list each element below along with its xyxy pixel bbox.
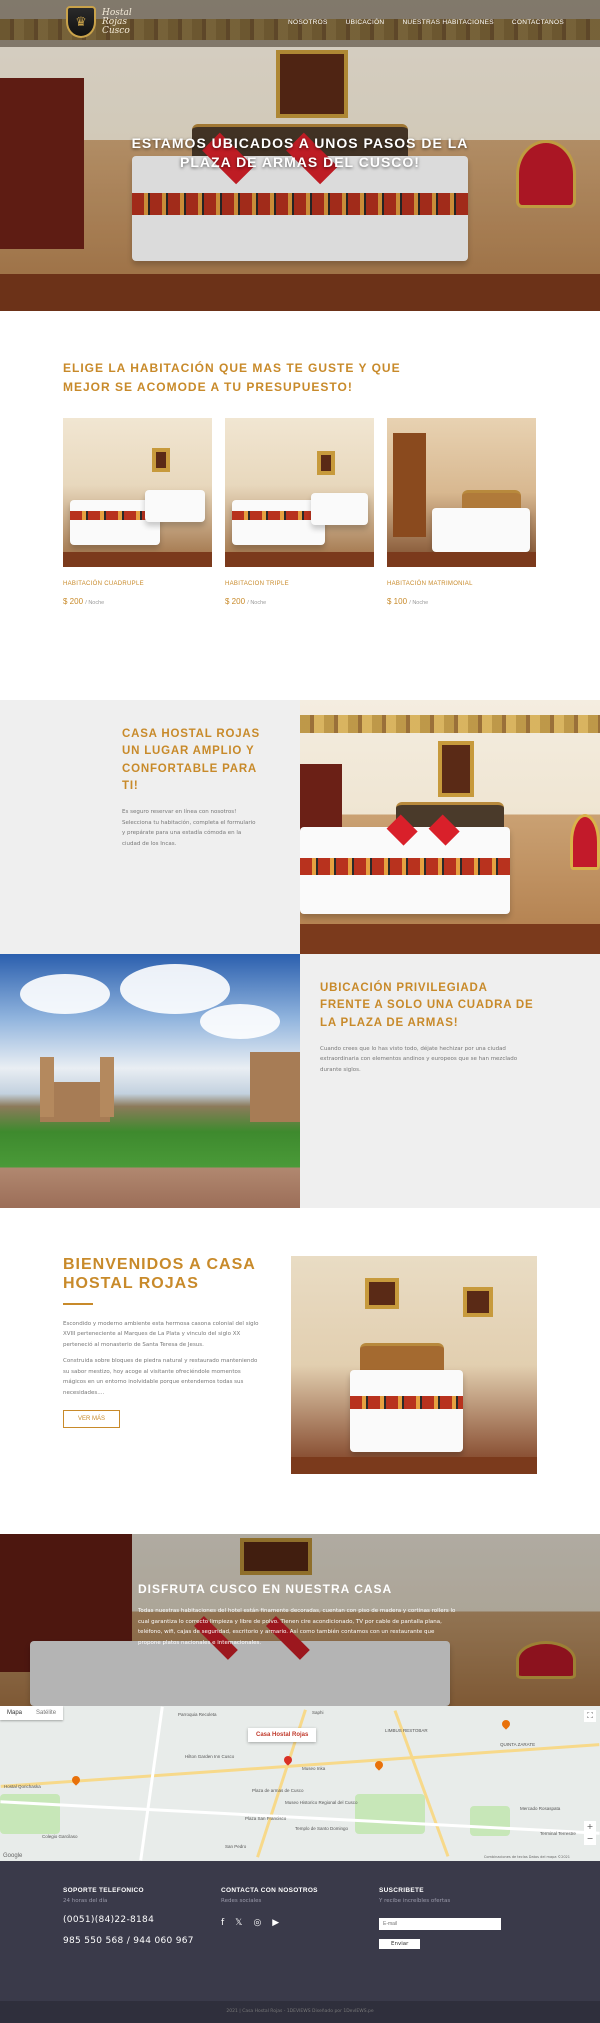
- map-label: Museo Historico Regional del Cusco: [285, 1800, 358, 1806]
- room-name[interactable]: Habitación Cuadruple: [63, 581, 212, 587]
- map-label: Hilton Garden Inn Cusco: [185, 1754, 235, 1760]
- location-heading: Ubicación privilegiada frente a solo una…: [320, 982, 534, 1029]
- enjoy-text: Todas nuestras habitaciones del hotel es…: [138, 1608, 456, 1646]
- instagram-icon[interactable]: ◎: [253, 1918, 261, 1928]
- ver-mas-button[interactable]: Ver más: [63, 1410, 121, 1429]
- heading-divider: [63, 1302, 93, 1305]
- brand-logo[interactable]: ♛ Hostal Rojas Cusco: [66, 6, 132, 38]
- map-label: Colegio Garcilaso: [42, 1834, 78, 1840]
- brand-line-3: Cusco: [102, 25, 130, 36]
- facebook-icon[interactable]: f: [221, 1918, 224, 1928]
- about-section: Casa Hostal Rojas un lugar amplio y conf…: [0, 700, 600, 955]
- main-nav: Nosotros Ubicación Nuestras Habitaciones…: [288, 19, 564, 26]
- twitter-icon[interactable]: 𝕏: [235, 1918, 242, 1928]
- youtube-icon[interactable]: ▶: [272, 1918, 279, 1928]
- top-navbar: ♛ Hostal Rojas Cusco Nosotros Ubicación …: [0, 0, 600, 47]
- map-label: San Pedro: [225, 1844, 247, 1850]
- welcome-paragraph-2: Construida sobre bloques de piedra natur…: [63, 1358, 258, 1396]
- about-room-photo: [300, 700, 600, 955]
- nav-contactanos[interactable]: Contactanos: [512, 19, 564, 26]
- room-card-cuadruple[interactable]: Habitación Cuadruple $ 200 / Noche: [63, 418, 212, 606]
- room-card-triple[interactable]: Habitacion Triple $ 200 / Noche: [225, 418, 374, 606]
- place-pin-icon: [70, 1774, 82, 1786]
- map-label: Terminal Terrestre: [540, 1831, 576, 1837]
- map-label: Plaza de armas de Cusco: [252, 1788, 304, 1794]
- support-subtitle: 24 horas del día: [63, 1898, 108, 1905]
- subscribe-title: Suscribete: [379, 1887, 424, 1895]
- zoom-out-icon[interactable]: −: [584, 1833, 596, 1845]
- map-label: Mercado Rosaspata: [520, 1806, 561, 1812]
- room-photo[interactable]: [387, 418, 536, 568]
- welcome-paragraph-1: Escondido y moderno ambiente esta hermos…: [63, 1320, 259, 1348]
- room-photo[interactable]: [63, 418, 212, 568]
- map-label: Plaza San Francisco: [245, 1816, 287, 1822]
- rooms-heading: Elige la habitación que mas te guste y q…: [63, 361, 401, 394]
- contact-column: Contacta con nosotros Redes sociales f 𝕏…: [221, 1887, 379, 2001]
- location-text: Cuando crees que lo has visto todo, déja…: [320, 1045, 518, 1073]
- mobile-numbers[interactable]: 985 550 568 / 944 060 967: [63, 1936, 221, 1946]
- map-label: LIMBUS RESTOBAR: [385, 1728, 428, 1734]
- map-label: Parroquia Recoleta: [178, 1712, 217, 1718]
- email-field[interactable]: [379, 1918, 501, 1931]
- phone-number[interactable]: (0051)(84)22-8184: [63, 1915, 221, 1925]
- map-label: Saphi: [312, 1710, 324, 1716]
- welcome-section: Bienvenidos a Casa Hostal Rojas Escondid…: [0, 1208, 600, 1534]
- nav-habitaciones[interactable]: Nuestras Habitaciones: [402, 19, 493, 26]
- map-info-window[interactable]: Casa Hostal Rojas: [248, 1728, 317, 1743]
- location-section: Ubicación privilegiada frente a solo una…: [0, 954, 600, 1209]
- about-text: Es seguro reservar en línea con nosotros…: [122, 809, 256, 847]
- room-price: $ 200 / Noche: [63, 597, 105, 607]
- fullscreen-icon[interactable]: ⛶: [584, 1710, 596, 1723]
- send-button[interactable]: Enviar: [379, 1939, 421, 1950]
- hero-title: Estamos ubicados a unos pasos de la Plaz…: [131, 135, 469, 170]
- place-pin-icon: [500, 1718, 512, 1730]
- welcome-text-block: Bienvenidos a Casa Hostal Rojas Escondid…: [63, 1256, 261, 1534]
- room-name[interactable]: Habitacion Triple: [225, 581, 374, 587]
- room-price: $ 200 / Noche: [225, 597, 267, 607]
- copyright-bar: 2021 | Casa Hostal Rojas - 1DEVIEWS Dise…: [0, 2001, 600, 2023]
- nav-nosotros[interactable]: Nosotros: [288, 19, 328, 26]
- crest-icon: ♛: [66, 6, 96, 38]
- footer: Soporte telefonico 24 horas del día (005…: [0, 1861, 600, 2002]
- map-label: QUINTA ZARATE: [500, 1742, 536, 1748]
- support-column: Soporte telefonico 24 horas del día (005…: [63, 1887, 221, 2001]
- satellite-tab[interactable]: Satélite: [29, 1706, 63, 1720]
- room-price: $ 100 / Noche: [387, 597, 429, 607]
- welcome-room-photo: [291, 1256, 537, 1475]
- welcome-heading: Bienvenidos a Casa Hostal Rojas: [63, 1256, 256, 1292]
- map-type-tabs: Mapa Satélite: [0, 1706, 64, 1721]
- map-label: Museo Inka: [302, 1766, 326, 1772]
- hero-section: ♛ Hostal Rojas Cusco Nosotros Ubicación …: [0, 0, 600, 311]
- about-text-block: Casa Hostal Rojas un lugar amplio y conf…: [0, 700, 300, 955]
- zoom-in-icon[interactable]: +: [584, 1821, 596, 1833]
- map-attribution: Combinaciones de teclas Datos del mapa ©…: [483, 1855, 570, 1860]
- room-name[interactable]: Habitación Matrimonial: [387, 581, 536, 587]
- subscribe-column: Suscribete Y recibe increíbles ofertas E…: [379, 1887, 537, 2001]
- nav-ubicacion[interactable]: Ubicación: [346, 19, 385, 26]
- room-card-matrimonial[interactable]: Habitación Matrimonial $ 100 / Noche: [387, 418, 536, 606]
- enjoy-heading: Disfruta Cusco en nuestra casa: [138, 1582, 393, 1597]
- zoom-control[interactable]: + −: [584, 1821, 596, 1846]
- plaza-photo: [0, 954, 300, 1209]
- map-label: Hostal Qorichaska: [4, 1784, 41, 1790]
- enjoy-banner: Disfruta Cusco en nuestra casa Todas nue…: [0, 1534, 600, 1707]
- about-heading: Casa Hostal Rojas un lugar amplio y conf…: [122, 728, 260, 792]
- room-photo[interactable]: [225, 418, 374, 568]
- support-title: Soporte telefonico: [63, 1887, 144, 1895]
- google-map[interactable]: Parroquia Recoleta Saphi LIMBUS RESTOBAR…: [0, 1706, 600, 1862]
- subscribe-subtitle: Y recibe increíbles ofertas: [379, 1898, 451, 1905]
- contact-title: Contacta con nosotros: [221, 1887, 318, 1895]
- location-text-block: Ubicación privilegiada frente a solo una…: [300, 954, 600, 1209]
- map-label: Templo de Santo Domingo: [295, 1826, 349, 1832]
- contact-subtitle: Redes sociales: [221, 1898, 262, 1905]
- google-logo: Google: [3, 1853, 23, 1860]
- rooms-section: Elige la habitación que mas te guste y q…: [0, 311, 600, 646]
- map-tab[interactable]: Mapa: [0, 1706, 29, 1720]
